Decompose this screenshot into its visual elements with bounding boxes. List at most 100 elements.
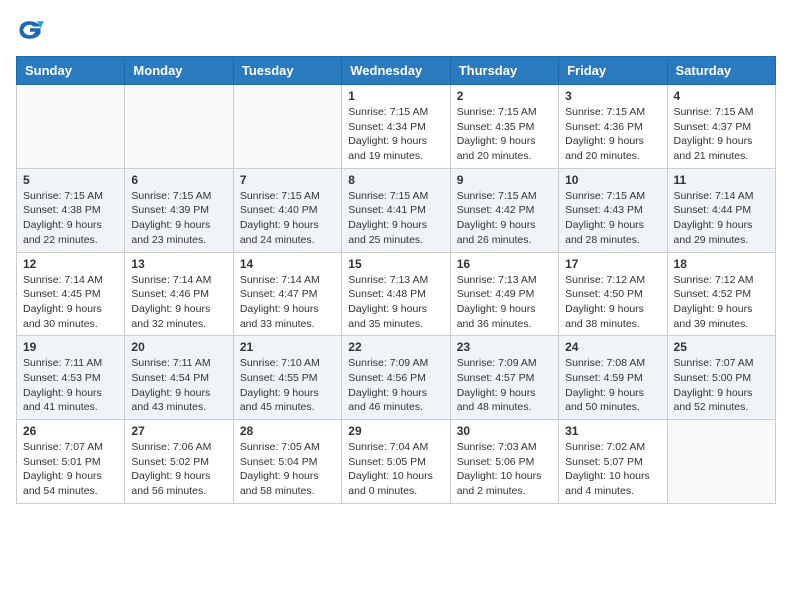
day-info: Sunrise: 7:14 AM Sunset: 4:45 PM Dayligh… <box>23 273 118 332</box>
calendar-day-cell: 28 Sunrise: 7:05 AM Sunset: 5:04 PM Dayli… <box>233 420 341 504</box>
calendar-table: SundayMondayTuesdayWednesdayThursdayFrid… <box>16 56 776 504</box>
day-number: 23 <box>457 340 552 354</box>
day-number: 17 <box>565 257 660 271</box>
day-info: Sunrise: 7:12 AM Sunset: 4:52 PM Dayligh… <box>674 273 769 332</box>
calendar-day-cell: 5 Sunrise: 7:15 AM Sunset: 4:38 PM Daylig… <box>17 168 125 252</box>
day-info: Sunrise: 7:03 AM Sunset: 5:06 PM Dayligh… <box>457 440 552 499</box>
calendar-day-cell: 30 Sunrise: 7:03 AM Sunset: 5:06 PM Dayli… <box>450 420 558 504</box>
day-number: 25 <box>674 340 769 354</box>
day-info: Sunrise: 7:15 AM Sunset: 4:37 PM Dayligh… <box>674 105 769 164</box>
day-number: 7 <box>240 173 335 187</box>
day-info: Sunrise: 7:13 AM Sunset: 4:49 PM Dayligh… <box>457 273 552 332</box>
calendar-day-cell: 9 Sunrise: 7:15 AM Sunset: 4:42 PM Daylig… <box>450 168 558 252</box>
day-number: 10 <box>565 173 660 187</box>
day-number: 9 <box>457 173 552 187</box>
day-number: 28 <box>240 424 335 438</box>
day-number: 22 <box>348 340 443 354</box>
calendar-day-cell: 7 Sunrise: 7:15 AM Sunset: 4:40 PM Daylig… <box>233 168 341 252</box>
day-of-week-header: Sunday <box>17 57 125 85</box>
day-info: Sunrise: 7:04 AM Sunset: 5:05 PM Dayligh… <box>348 440 443 499</box>
calendar-day-cell: 14 Sunrise: 7:14 AM Sunset: 4:47 PM Dayli… <box>233 252 341 336</box>
calendar-day-cell <box>17 85 125 169</box>
page-header <box>16 16 776 44</box>
calendar-day-cell: 21 Sunrise: 7:10 AM Sunset: 4:55 PM Dayli… <box>233 336 341 420</box>
calendar-day-cell: 11 Sunrise: 7:14 AM Sunset: 4:44 PM Dayli… <box>667 168 775 252</box>
calendar-day-cell: 2Sunrise: 7:15 AM Sunset: 4:35 PM Daylig… <box>450 85 558 169</box>
calendar-day-cell: 16 Sunrise: 7:13 AM Sunset: 4:49 PM Dayli… <box>450 252 558 336</box>
day-info: Sunrise: 7:09 AM Sunset: 4:56 PM Dayligh… <box>348 356 443 415</box>
calendar-week-row: 12 Sunrise: 7:14 AM Sunset: 4:45 PM Dayli… <box>17 252 776 336</box>
day-info: Sunrise: 7:05 AM Sunset: 5:04 PM Dayligh… <box>240 440 335 499</box>
calendar-week-row: 19 Sunrise: 7:11 AM Sunset: 4:53 PM Dayli… <box>17 336 776 420</box>
day-number: 29 <box>348 424 443 438</box>
day-number: 3 <box>565 89 660 103</box>
day-info: Sunrise: 7:15 AM Sunset: 4:34 PM Dayligh… <box>348 105 443 164</box>
day-number: 20 <box>131 340 226 354</box>
day-number: 12 <box>23 257 118 271</box>
day-info: Sunrise: 7:14 AM Sunset: 4:46 PM Dayligh… <box>131 273 226 332</box>
day-number: 26 <box>23 424 118 438</box>
day-info: Sunrise: 7:15 AM Sunset: 4:40 PM Dayligh… <box>240 189 335 248</box>
day-info: Sunrise: 7:10 AM Sunset: 4:55 PM Dayligh… <box>240 356 335 415</box>
calendar-day-cell: 3 Sunrise: 7:15 AM Sunset: 4:36 PM Daylig… <box>559 85 667 169</box>
calendar-day-cell: 17 Sunrise: 7:12 AM Sunset: 4:50 PM Dayli… <box>559 252 667 336</box>
calendar-day-cell: 12 Sunrise: 7:14 AM Sunset: 4:45 PM Dayli… <box>17 252 125 336</box>
calendar-week-row: 5 Sunrise: 7:15 AM Sunset: 4:38 PM Daylig… <box>17 168 776 252</box>
logo-icon <box>16 16 44 44</box>
day-number: 24 <box>565 340 660 354</box>
calendar-header-row: SundayMondayTuesdayWednesdayThursdayFrid… <box>17 57 776 85</box>
day-of-week-header: Thursday <box>450 57 558 85</box>
day-info: Sunrise: 7:15 AM Sunset: 4:36 PM Dayligh… <box>565 105 660 164</box>
day-info: Sunrise: 7:13 AM Sunset: 4:48 PM Dayligh… <box>348 273 443 332</box>
day-number: 8 <box>348 173 443 187</box>
day-info: Sunrise: 7:11 AM Sunset: 4:53 PM Dayligh… <box>23 356 118 415</box>
calendar-day-cell <box>667 420 775 504</box>
day-number: 21 <box>240 340 335 354</box>
day-number: 1 <box>348 89 443 103</box>
day-info: Sunrise: 7:07 AM Sunset: 5:00 PM Dayligh… <box>674 356 769 415</box>
calendar-day-cell: 20 Sunrise: 7:11 AM Sunset: 4:54 PM Dayli… <box>125 336 233 420</box>
day-info: Sunrise: 7:02 AM Sunset: 5:07 PM Dayligh… <box>565 440 660 499</box>
calendar-day-cell: 22 Sunrise: 7:09 AM Sunset: 4:56 PM Dayli… <box>342 336 450 420</box>
day-number: 13 <box>131 257 226 271</box>
day-number: 19 <box>23 340 118 354</box>
day-of-week-header: Friday <box>559 57 667 85</box>
day-info: Sunrise: 7:15 AM Sunset: 4:38 PM Dayligh… <box>23 189 118 248</box>
day-info: Sunrise: 7:15 AM Sunset: 4:41 PM Dayligh… <box>348 189 443 248</box>
calendar-day-cell: 19 Sunrise: 7:11 AM Sunset: 4:53 PM Dayli… <box>17 336 125 420</box>
day-info: Sunrise: 7:15 AM Sunset: 4:35 PM Dayligh… <box>457 105 552 164</box>
day-number: 16 <box>457 257 552 271</box>
calendar-day-cell: 25 Sunrise: 7:07 AM Sunset: 5:00 PM Dayli… <box>667 336 775 420</box>
calendar-week-row: 1 Sunrise: 7:15 AM Sunset: 4:34 PM Daylig… <box>17 85 776 169</box>
calendar-day-cell: 4 Sunrise: 7:15 AM Sunset: 4:37 PM Daylig… <box>667 85 775 169</box>
day-info: Sunrise: 7:15 AM Sunset: 4:42 PM Dayligh… <box>457 189 552 248</box>
day-info: Sunrise: 7:15 AM Sunset: 4:39 PM Dayligh… <box>131 189 226 248</box>
calendar-day-cell: 23Sunrise: 7:09 AM Sunset: 4:57 PM Dayli… <box>450 336 558 420</box>
day-number: 27 <box>131 424 226 438</box>
day-info: Sunrise: 7:11 AM Sunset: 4:54 PM Dayligh… <box>131 356 226 415</box>
calendar-day-cell: 27 Sunrise: 7:06 AM Sunset: 5:02 PM Dayli… <box>125 420 233 504</box>
calendar-day-cell <box>125 85 233 169</box>
day-number: 5 <box>23 173 118 187</box>
day-number: 11 <box>674 173 769 187</box>
day-number: 4 <box>674 89 769 103</box>
calendar-day-cell: 6Sunrise: 7:15 AM Sunset: 4:39 PM Daylig… <box>125 168 233 252</box>
day-number: 31 <box>565 424 660 438</box>
day-number: 18 <box>674 257 769 271</box>
day-number: 30 <box>457 424 552 438</box>
calendar-day-cell: 1 Sunrise: 7:15 AM Sunset: 4:34 PM Daylig… <box>342 85 450 169</box>
calendar-day-cell: 8 Sunrise: 7:15 AM Sunset: 4:41 PM Daylig… <box>342 168 450 252</box>
day-of-week-header: Monday <box>125 57 233 85</box>
day-info: Sunrise: 7:14 AM Sunset: 4:47 PM Dayligh… <box>240 273 335 332</box>
day-of-week-header: Wednesday <box>342 57 450 85</box>
calendar-day-cell: 18 Sunrise: 7:12 AM Sunset: 4:52 PM Dayli… <box>667 252 775 336</box>
day-of-week-header: Saturday <box>667 57 775 85</box>
logo <box>16 16 48 44</box>
day-info: Sunrise: 7:14 AM Sunset: 4:44 PM Dayligh… <box>674 189 769 248</box>
day-number: 15 <box>348 257 443 271</box>
calendar-day-cell: 29 Sunrise: 7:04 AM Sunset: 5:05 PM Dayli… <box>342 420 450 504</box>
day-info: Sunrise: 7:06 AM Sunset: 5:02 PM Dayligh… <box>131 440 226 499</box>
day-info: Sunrise: 7:12 AM Sunset: 4:50 PM Dayligh… <box>565 273 660 332</box>
day-number: 14 <box>240 257 335 271</box>
calendar-week-row: 26Sunrise: 7:07 AM Sunset: 5:01 PM Dayli… <box>17 420 776 504</box>
